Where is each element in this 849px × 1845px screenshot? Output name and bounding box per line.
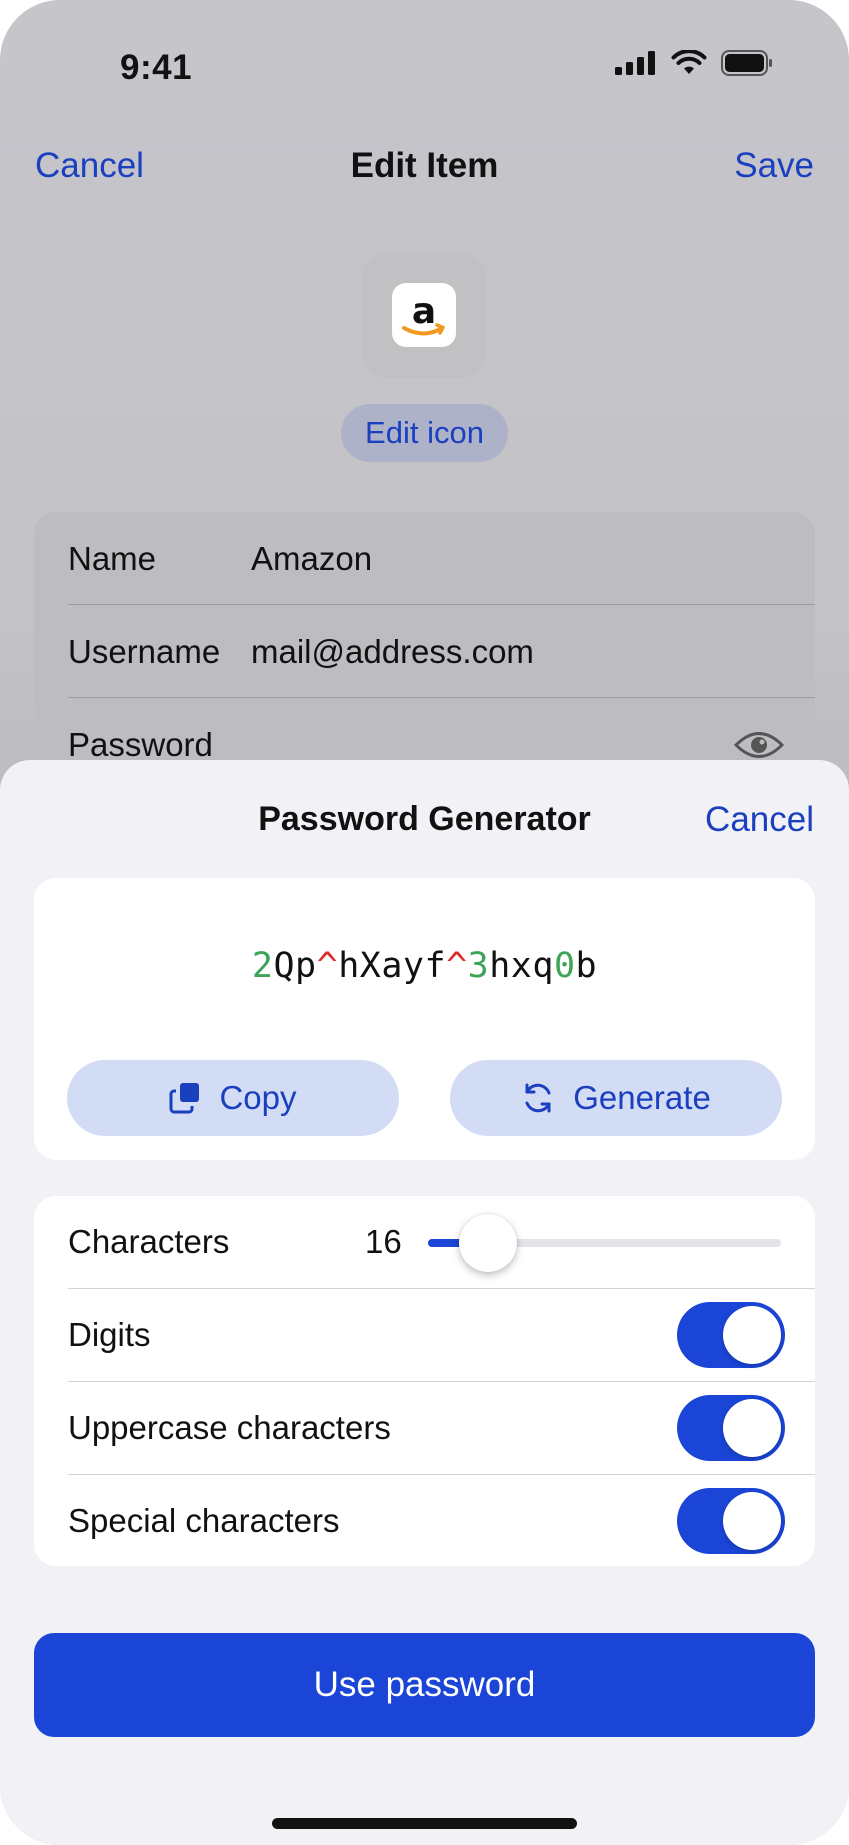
username-field[interactable]: Username mail@address.com bbox=[68, 605, 815, 698]
uppercase-row: Uppercase characters bbox=[68, 1382, 815, 1474]
generate-label: Generate bbox=[573, 1079, 711, 1116]
username-label: Username bbox=[68, 632, 221, 670]
eye-icon[interactable] bbox=[734, 728, 784, 762]
name-field[interactable]: Name Amazon bbox=[68, 512, 815, 605]
digits-toggle[interactable] bbox=[677, 1302, 785, 1368]
generate-button[interactable]: Generate bbox=[450, 1060, 782, 1136]
edit-icon-button[interactable]: Edit icon bbox=[341, 404, 508, 462]
password-char-letter: b bbox=[575, 946, 598, 986]
special-label: Special characters bbox=[68, 1502, 340, 1539]
password-char-letter: Qp bbox=[273, 946, 317, 986]
slider-thumb[interactable] bbox=[459, 1214, 517, 1272]
name-label: Name bbox=[68, 539, 157, 577]
toggle-knob bbox=[723, 1492, 781, 1550]
special-row: Special characters bbox=[68, 1475, 815, 1566]
copy-button[interactable]: Copy bbox=[67, 1060, 399, 1136]
password-char-digit: 0 bbox=[553, 946, 576, 986]
generator-options: Characters 16 Digits Uppercase character… bbox=[34, 1196, 815, 1566]
password-label: Password bbox=[68, 725, 213, 763]
password-char-digit: 3 bbox=[467, 946, 490, 986]
refresh-icon bbox=[525, 1083, 551, 1113]
toggle-knob bbox=[723, 1399, 781, 1457]
uppercase-label: Uppercase characters bbox=[68, 1409, 391, 1446]
special-toggle[interactable] bbox=[677, 1488, 785, 1554]
copy-label: Copy bbox=[219, 1079, 297, 1116]
page-title: Edit Item bbox=[350, 146, 499, 185]
password-char-special: ^ bbox=[316, 946, 339, 986]
copy-icon bbox=[169, 1083, 200, 1114]
password-char-special: ^ bbox=[446, 946, 468, 986]
characters-row: Characters 16 bbox=[68, 1196, 815, 1288]
wifi-icon bbox=[671, 50, 707, 74]
cellular-signal-icon bbox=[615, 51, 655, 75]
password-char-digit: 2 bbox=[251, 946, 274, 986]
username-value[interactable]: mail@address.com bbox=[251, 633, 534, 671]
amazon-logo-icon: a bbox=[392, 283, 456, 347]
svg-text:a: a bbox=[412, 291, 436, 332]
status-time: 9:41 bbox=[120, 48, 193, 87]
status-icons bbox=[615, 50, 773, 76]
digits-row: Digits bbox=[68, 1289, 815, 1381]
generated-password[interactable]: 2Qp^hXayf^3hxq0b bbox=[34, 946, 815, 986]
characters-label: Characters bbox=[68, 1223, 230, 1260]
name-value[interactable]: Amazon bbox=[251, 540, 372, 578]
phone-screen: 9:41 Cancel Edit Item Save a Edit icon N… bbox=[0, 0, 849, 1845]
password-generator-sheet: Password Generator Cancel 2Qp^hXayf^3hxq… bbox=[0, 760, 849, 1845]
characters-count: 16 bbox=[365, 1223, 402, 1260]
sheet-cancel-button[interactable]: Cancel bbox=[705, 800, 814, 840]
save-button[interactable]: Save bbox=[734, 146, 814, 186]
battery-icon bbox=[721, 50, 772, 76]
home-indicator bbox=[272, 1818, 577, 1829]
toggle-knob bbox=[723, 1306, 781, 1364]
digits-label: Digits bbox=[68, 1316, 151, 1353]
item-icon[interactable]: a bbox=[361, 252, 487, 378]
password-char-letter: hXayf bbox=[338, 946, 447, 986]
password-char-letter: hxq bbox=[489, 946, 554, 986]
uppercase-toggle[interactable] bbox=[677, 1395, 785, 1461]
generated-password-card: 2Qp^hXayf^3hxq0b Copy Generate bbox=[34, 878, 815, 1160]
use-password-button[interactable]: Use password bbox=[34, 1633, 815, 1737]
length-slider[interactable] bbox=[428, 1214, 781, 1272]
